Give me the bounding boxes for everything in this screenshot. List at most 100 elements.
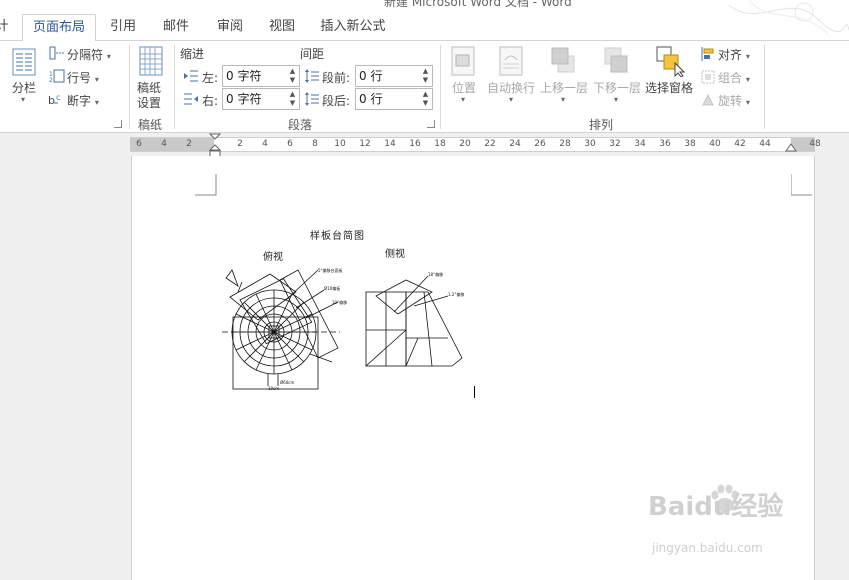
hyphenation-button[interactable]: 断字 ▾ (67, 92, 99, 109)
spin-up-icon[interactable]: ▲ (421, 67, 430, 76)
right-indent-marker-icon[interactable] (785, 143, 797, 153)
ruler-number: 48 (809, 139, 821, 149)
ruler-number: 2 (186, 139, 192, 149)
ruler-number: 36 (659, 139, 671, 149)
space-before-field[interactable]: 0 行 ▲ ▼ (355, 65, 433, 87)
space-after-field[interactable]: 0 行 ▲ ▼ (355, 88, 433, 110)
bring-forward-icon[interactable] (550, 46, 576, 74)
tab-mailings[interactable]: 邮件 (157, 14, 195, 41)
ruler-number: 12 (359, 139, 371, 149)
spin-down-icon[interactable]: ▼ (421, 99, 430, 108)
rotate-icon (702, 93, 714, 106)
margin-mark-top-right (791, 174, 812, 196)
space-before-icon (305, 69, 319, 83)
label-t5: Ø60cm (280, 380, 294, 385)
top-view-drawing: 5°偏移台面板 Ø10偏板 10°偏移 10cm Ø60cm (222, 267, 347, 391)
indent-header: 缩进 (180, 47, 205, 61)
position-icon[interactable] (451, 46, 475, 76)
bring-forward-button[interactable]: 上移一层 (540, 79, 588, 96)
send-backward-dropdown-icon[interactable]: ▾ (614, 95, 618, 104)
label-t4: 10cm (268, 386, 279, 391)
svg-text:2: 2 (49, 77, 53, 83)
baidu-watermark: Baidu经验 (648, 492, 784, 522)
bring-forward-dropdown-icon[interactable]: ▾ (561, 95, 565, 104)
indent-left-label: 左: (202, 71, 219, 85)
ruler-number: 8 (312, 139, 318, 149)
wrap-text-button[interactable]: 自动换行 (487, 79, 535, 96)
space-after-label: 段后: (322, 94, 351, 108)
ruler-left-margin (130, 138, 214, 151)
ruler-number: 2 (237, 139, 243, 149)
group-button[interactable]: 组合 ▾ (718, 69, 750, 86)
ribbon: 分栏 ▾ 分隔符 ▾ 12 行号 ▾ bc 断字 ▾ 稿纸 设置 稿纸 缩进 间… (0, 41, 849, 133)
spin-up-icon[interactable]: ▲ (421, 90, 430, 99)
ruler-number: 22 (484, 139, 496, 149)
rotate-button[interactable]: 旋转 ▾ (718, 92, 750, 109)
tab-page-layout[interactable]: 页面布局 (22, 14, 96, 42)
spin-down-icon[interactable]: ▼ (288, 76, 297, 85)
line-numbers-icon: 12 (49, 69, 65, 83)
tab-design[interactable]: 计 (0, 14, 10, 41)
columns-dropdown-icon[interactable]: ▾ (21, 95, 25, 104)
breaks-button[interactable]: 分隔符 ▾ (67, 46, 111, 63)
draft-settings-line2[interactable]: 设置 (137, 94, 161, 111)
spin-down-icon[interactable]: ▼ (421, 76, 430, 85)
selection-pane-icon[interactable] (655, 45, 685, 77)
indent-right-icon (184, 93, 198, 105)
paragraph-group-label: 段落 (288, 118, 313, 132)
ruler-number: 10 (334, 139, 346, 149)
tab-references[interactable]: 引用 (104, 14, 142, 41)
ruler-number: 6 (287, 139, 293, 149)
text-cursor (474, 386, 475, 398)
ruler-number: 40 (709, 139, 721, 149)
indent-left-field[interactable]: 0 字符 ▲ ▼ (222, 65, 300, 87)
spin-down-icon[interactable]: ▼ (288, 99, 297, 108)
label-t3: 10°偏移 (332, 299, 347, 305)
top-view-label: 俯视 (263, 252, 283, 263)
wrap-text-icon[interactable] (499, 46, 523, 76)
tab-review[interactable]: 审阅 (211, 14, 249, 41)
indent-right-label: 右: (202, 94, 219, 108)
window-title: 新建 Microsoft Word 文档 - Word (384, 0, 572, 8)
paragraph-launcher-icon[interactable] (427, 120, 435, 128)
position-dropdown-icon[interactable]: ▾ (461, 95, 465, 104)
svg-text:c: c (56, 93, 60, 102)
send-backward-icon[interactable] (603, 46, 629, 74)
group-separator (764, 45, 765, 129)
group-separator (129, 45, 130, 129)
hyphenation-icon: bc (48, 93, 60, 106)
spacing-header: 间距 (300, 47, 325, 61)
spin-up-icon[interactable]: ▲ (288, 90, 297, 99)
ruler-number: 32 (609, 139, 621, 149)
line-numbers-button[interactable]: 行号 ▾ (67, 69, 99, 86)
wrap-text-dropdown-icon[interactable]: ▾ (509, 95, 513, 104)
align-icon (701, 47, 714, 61)
label-t6: 18°偏移 (428, 271, 443, 277)
draft-paper-icon[interactable] (139, 46, 163, 76)
draft-group-label: 稿纸 (138, 118, 163, 132)
position-button[interactable]: 位置 (452, 79, 476, 96)
group-separator (174, 45, 175, 129)
group-separator (440, 45, 441, 129)
indent-right-field[interactable]: 0 字符 ▲ ▼ (222, 88, 300, 110)
ruler-number: 38 (684, 139, 696, 149)
horizontal-ruler[interactable]: 6 4 2 2 4 6 8 10 12 14 16 18 20 22 24 26… (130, 137, 821, 152)
breaks-icon (49, 46, 64, 60)
send-backward-button[interactable]: 下移一层 (593, 79, 641, 96)
align-button[interactable]: 对齐 ▾ (718, 46, 750, 63)
columns-button[interactable]: 分栏 (12, 79, 36, 96)
page-setup-launcher-icon[interactable] (114, 120, 122, 128)
ruler-number: 34 (634, 139, 646, 149)
svg-text:b: b (48, 94, 55, 106)
ruler-number: 20 (459, 139, 471, 149)
tab-view[interactable]: 视图 (263, 14, 301, 41)
ruler-number: 6 (136, 139, 142, 149)
space-after-icon (305, 92, 319, 106)
spin-up-icon[interactable]: ▲ (288, 67, 297, 76)
ruler-number: 26 (534, 139, 546, 149)
selection-pane-button[interactable]: 选择窗格 (645, 79, 693, 96)
side-view-label: 侧视 (385, 249, 405, 260)
columns-icon[interactable] (12, 48, 36, 76)
ruler-number: 16 (409, 139, 421, 149)
tab-insert-equation[interactable]: 插入新公式 (318, 14, 388, 41)
